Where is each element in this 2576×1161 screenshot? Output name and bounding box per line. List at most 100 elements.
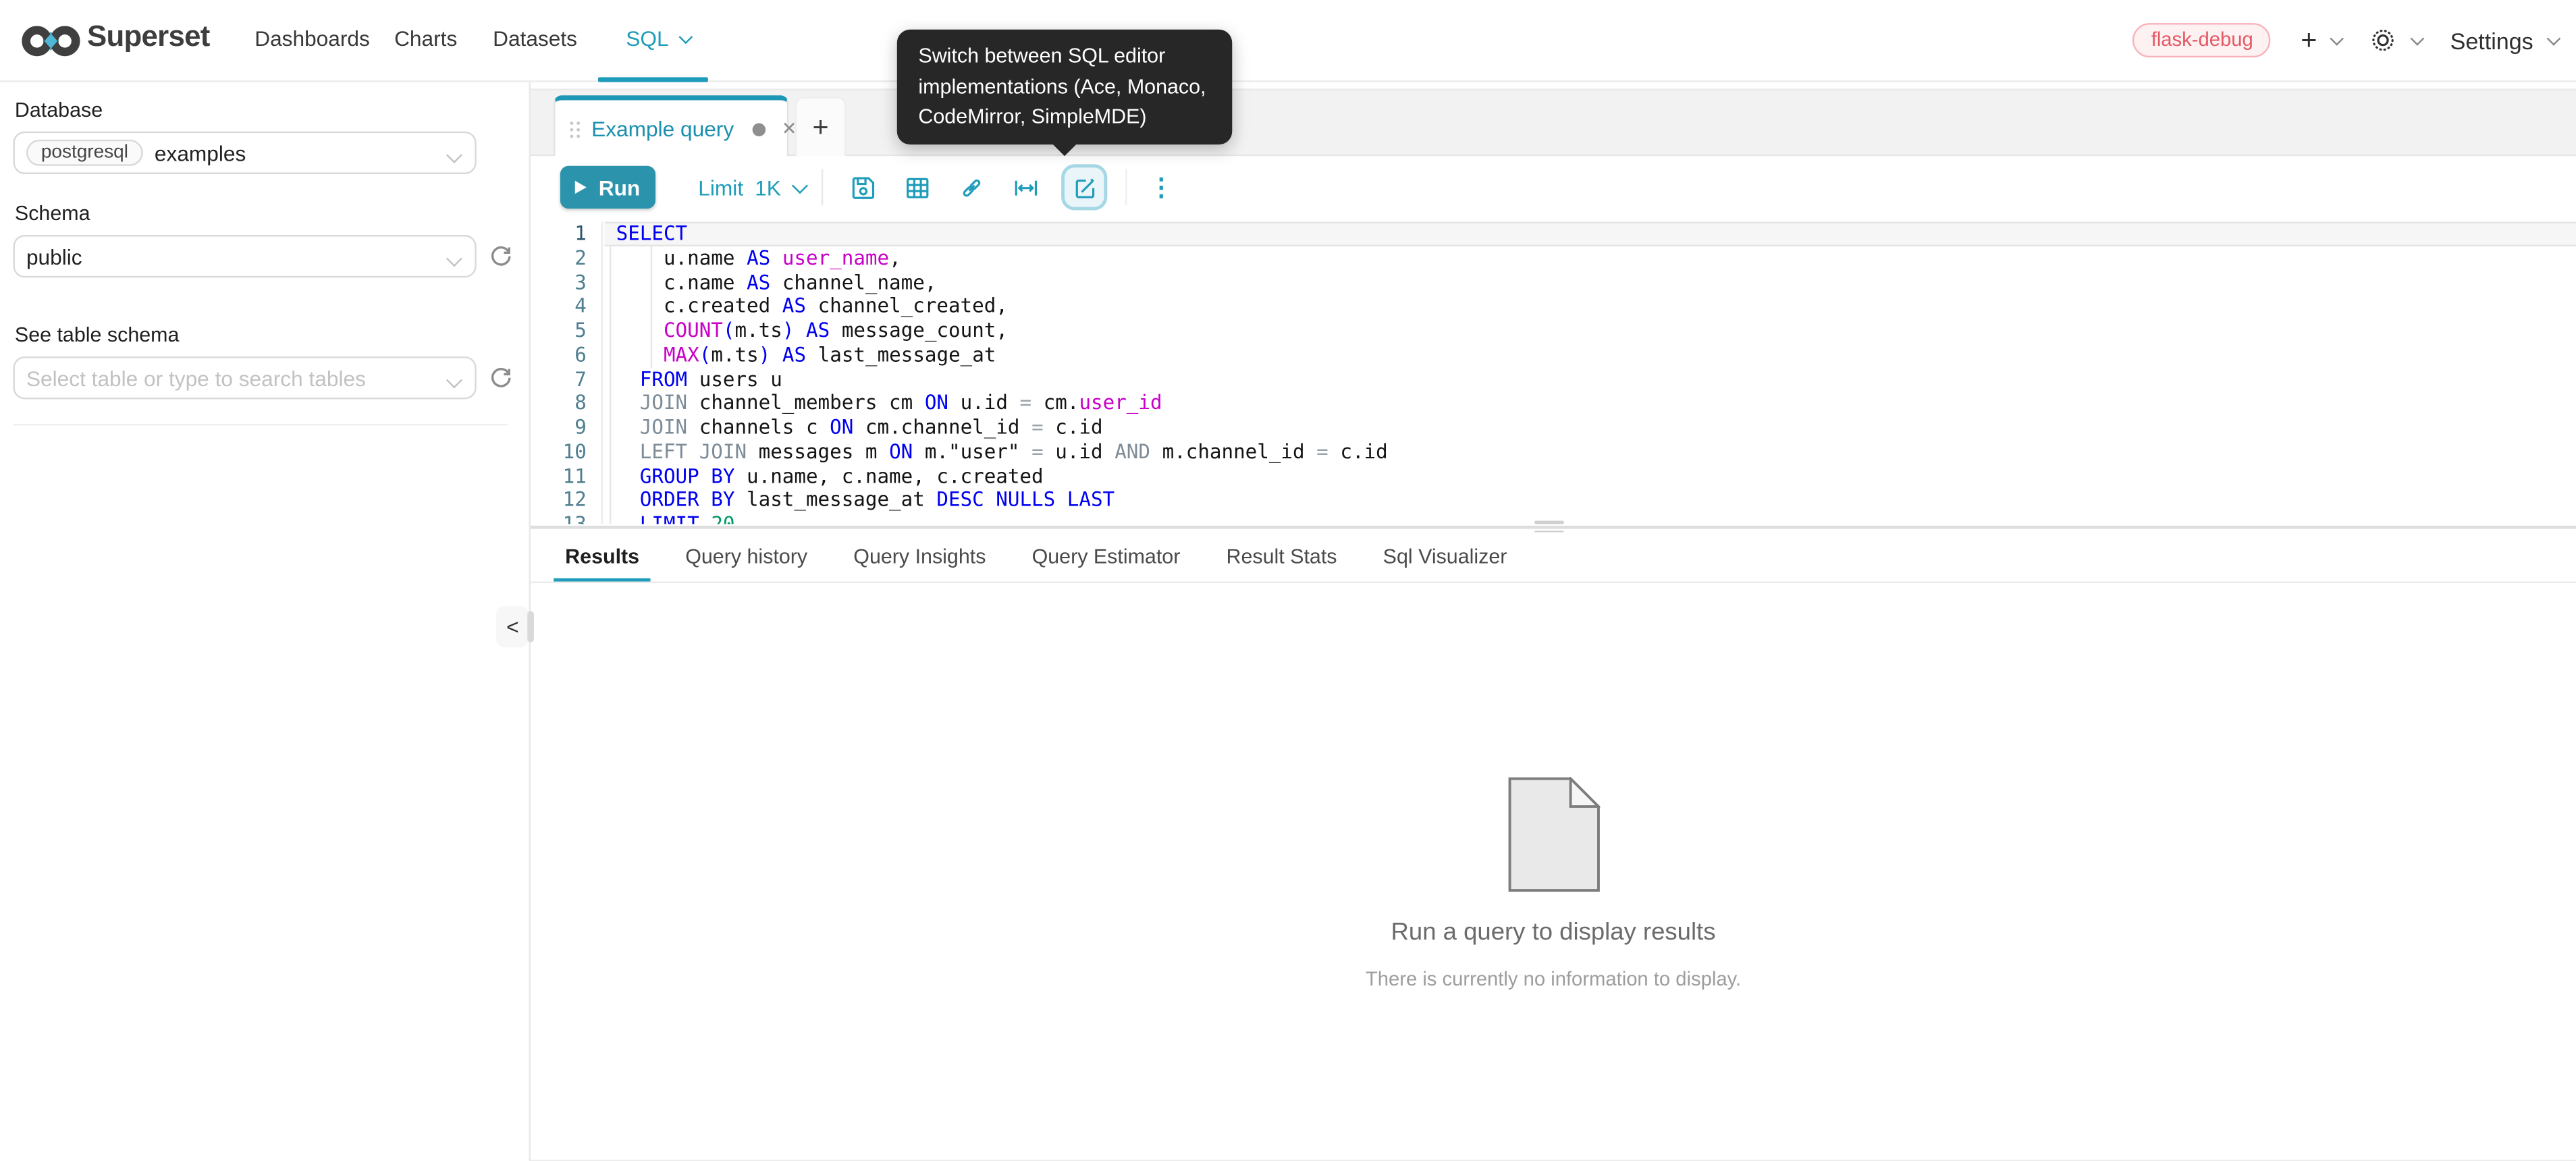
sql-line[interactable]: COUNT(m.ts) AS message_count,	[605, 319, 2576, 343]
sql-token	[616, 367, 640, 390]
refresh-schemas-button[interactable]	[488, 243, 514, 269]
switch-editor-button[interactable]	[1062, 164, 1108, 210]
nav-item-dashboards[interactable]: Dashboards	[254, 26, 370, 51]
sql-line[interactable]: ORDER BY last_message_at DESC NULLS LAST	[605, 488, 2576, 512]
empty-state-subtitle: There is currently no information to dis…	[1366, 967, 1741, 990]
navbar: Superset Dashboards Charts Datasets SQL …	[0, 0, 2576, 82]
sql-line[interactable]: c.created AS channel_created,	[605, 294, 2576, 319]
copy-link-button[interactable]	[957, 173, 986, 202]
sql-token: LEFT JOIN	[640, 440, 747, 463]
chevron-down-icon	[446, 372, 462, 388]
toolbar-divider	[822, 169, 824, 206]
screen: Superset Dashboards Charts Datasets SQL …	[0, 0, 2576, 1161]
tooltip-line: CodeMirror, SimpleMDE)	[918, 102, 1210, 132]
line-number: 12	[531, 488, 601, 512]
sql-line[interactable]: LIMIT 20	[605, 512, 2576, 524]
sql-token	[616, 464, 640, 487]
sql-code[interactable]: SELECT u.name AS user_name, c.name AS ch…	[605, 222, 2576, 524]
sql-line[interactable]: GROUP BY u.name, c.name, c.created	[605, 464, 2576, 489]
schema-select[interactable]: public	[13, 235, 476, 277]
refresh-tables-button[interactable]	[488, 364, 514, 391]
run-query-button[interactable]: Run	[560, 166, 655, 209]
empty-state: Run a query to display results There is …	[531, 776, 2576, 990]
drag-handle-icon[interactable]	[570, 121, 580, 137]
tab-query-insights[interactable]: Query Insights	[842, 531, 997, 580]
more-options-button[interactable]: ⋮	[1149, 173, 1174, 202]
estimate-cost-button[interactable]	[1011, 173, 1041, 202]
brand-title[interactable]: Superset	[87, 20, 210, 54]
sql-token: AS	[747, 246, 770, 269]
sql-token	[616, 343, 664, 366]
document-icon	[1507, 776, 1599, 891]
close-icon[interactable]: ✕	[782, 118, 797, 140]
sql-line[interactable]: u.name AS user_name,	[605, 246, 2576, 270]
sql-line[interactable]: MAX(m.ts) AS last_message_at	[605, 343, 2576, 367]
sql-line[interactable]: FROM users u	[605, 367, 2576, 392]
line-number: 1	[531, 222, 601, 246]
nav-item-charts[interactable]: Charts	[394, 26, 457, 51]
sql-token: channel_created,	[806, 294, 1008, 317]
sql-token: MAX	[664, 343, 699, 366]
sql-token: m.ts	[734, 319, 782, 342]
sql-token	[616, 416, 640, 439]
sql-token: =	[1020, 392, 1032, 414]
tab-sql-visualizer[interactable]: Sql Visualizer	[1372, 531, 1519, 580]
sql-token: JOIN	[640, 416, 687, 439]
database-select[interactable]: postgresql examples	[13, 132, 476, 174]
splitter-grip[interactable]	[1534, 520, 1564, 523]
nav-item-sql[interactable]: SQL	[626, 26, 689, 51]
nav-item-datasets[interactable]: Datasets	[493, 26, 577, 51]
sidebar-collapse-button[interactable]: <	[496, 606, 529, 647]
sun-icon	[2369, 26, 2397, 54]
sql-line[interactable]: JOIN channel_members cm ON u.id = cm.use…	[605, 392, 2576, 416]
chevron-down-icon	[2330, 31, 2344, 45]
sql-line[interactable]: LEFT JOIN messages m ON m."user" = u.id …	[605, 440, 2576, 464]
tab-results[interactable]: Results	[554, 531, 651, 580]
chevron-down-icon	[446, 250, 462, 267]
chevron-down-icon	[2411, 31, 2425, 45]
line-number: 11	[531, 464, 601, 489]
sql-token	[616, 392, 640, 414]
table-schema-label: See table schema	[15, 323, 516, 346]
row-limit-dropdown[interactable]: Limit 1K	[698, 175, 804, 200]
theme-toggle[interactable]	[2369, 26, 2420, 54]
unsaved-indicator-dot	[752, 122, 765, 135]
navbar-right: flask-debug + Settings	[2133, 0, 2556, 80]
save-query-button[interactable]	[849, 173, 878, 202]
editor-tab-bar: Example query ✕ +	[531, 88, 2576, 156]
sql-line[interactable]: JOIN channels c ON cm.channel_id = c.id	[605, 416, 2576, 440]
superset-logo[interactable]	[22, 22, 81, 61]
line-number: 2	[531, 246, 601, 270]
pane-splitter[interactable]	[531, 526, 2576, 529]
sql-token: channel_name,	[770, 270, 936, 293]
sql-token: ON	[889, 440, 913, 463]
sidebar-resize-handle[interactable]	[527, 611, 534, 642]
sql-line[interactable]: SELECT	[605, 222, 2576, 246]
results-pane: Results Query history Query Insights Que…	[531, 531, 2576, 1160]
save-icon	[849, 173, 877, 201]
tab-result-stats[interactable]: Result Stats	[1214, 531, 1348, 580]
settings-label: Settings	[2450, 27, 2533, 53]
render-table-button[interactable]	[903, 173, 932, 202]
tab-query-history[interactable]: Query history	[674, 531, 819, 580]
tab-example-query[interactable]: Example query ✕	[554, 95, 788, 157]
tooltip-arrow	[1052, 142, 1078, 155]
refresh-icon	[489, 367, 512, 389]
sql-editor[interactable]: 12345678910111213 SELECT u.name AS user_…	[531, 219, 2576, 524]
sql-toolbar: Run Limit 1K	[531, 156, 2576, 218]
run-label: Run	[599, 175, 641, 200]
new-tab-button[interactable]: +	[795, 97, 846, 158]
tab-query-estimator[interactable]: Query Estimator	[1021, 531, 1192, 580]
sql-line[interactable]: c.name AS channel_name,	[605, 270, 2576, 294]
settings-menu[interactable]: Settings	[2450, 27, 2556, 53]
indent-guide	[651, 246, 652, 367]
table-select[interactable]: Select table or type to search tables	[13, 356, 476, 399]
new-item-menu[interactable]: +	[2301, 26, 2340, 54]
toolbar-divider	[1126, 169, 1127, 206]
sql-token: u.id	[948, 392, 1020, 414]
editor-switch-tooltip: Switch between SQL editor implementation…	[897, 30, 1232, 144]
empty-state-title: Run a query to display results	[1391, 917, 1716, 945]
play-icon	[576, 181, 587, 194]
sql-token: last_message_at	[806, 343, 996, 366]
tooltip-line: Switch between SQL editor	[918, 41, 1210, 72]
